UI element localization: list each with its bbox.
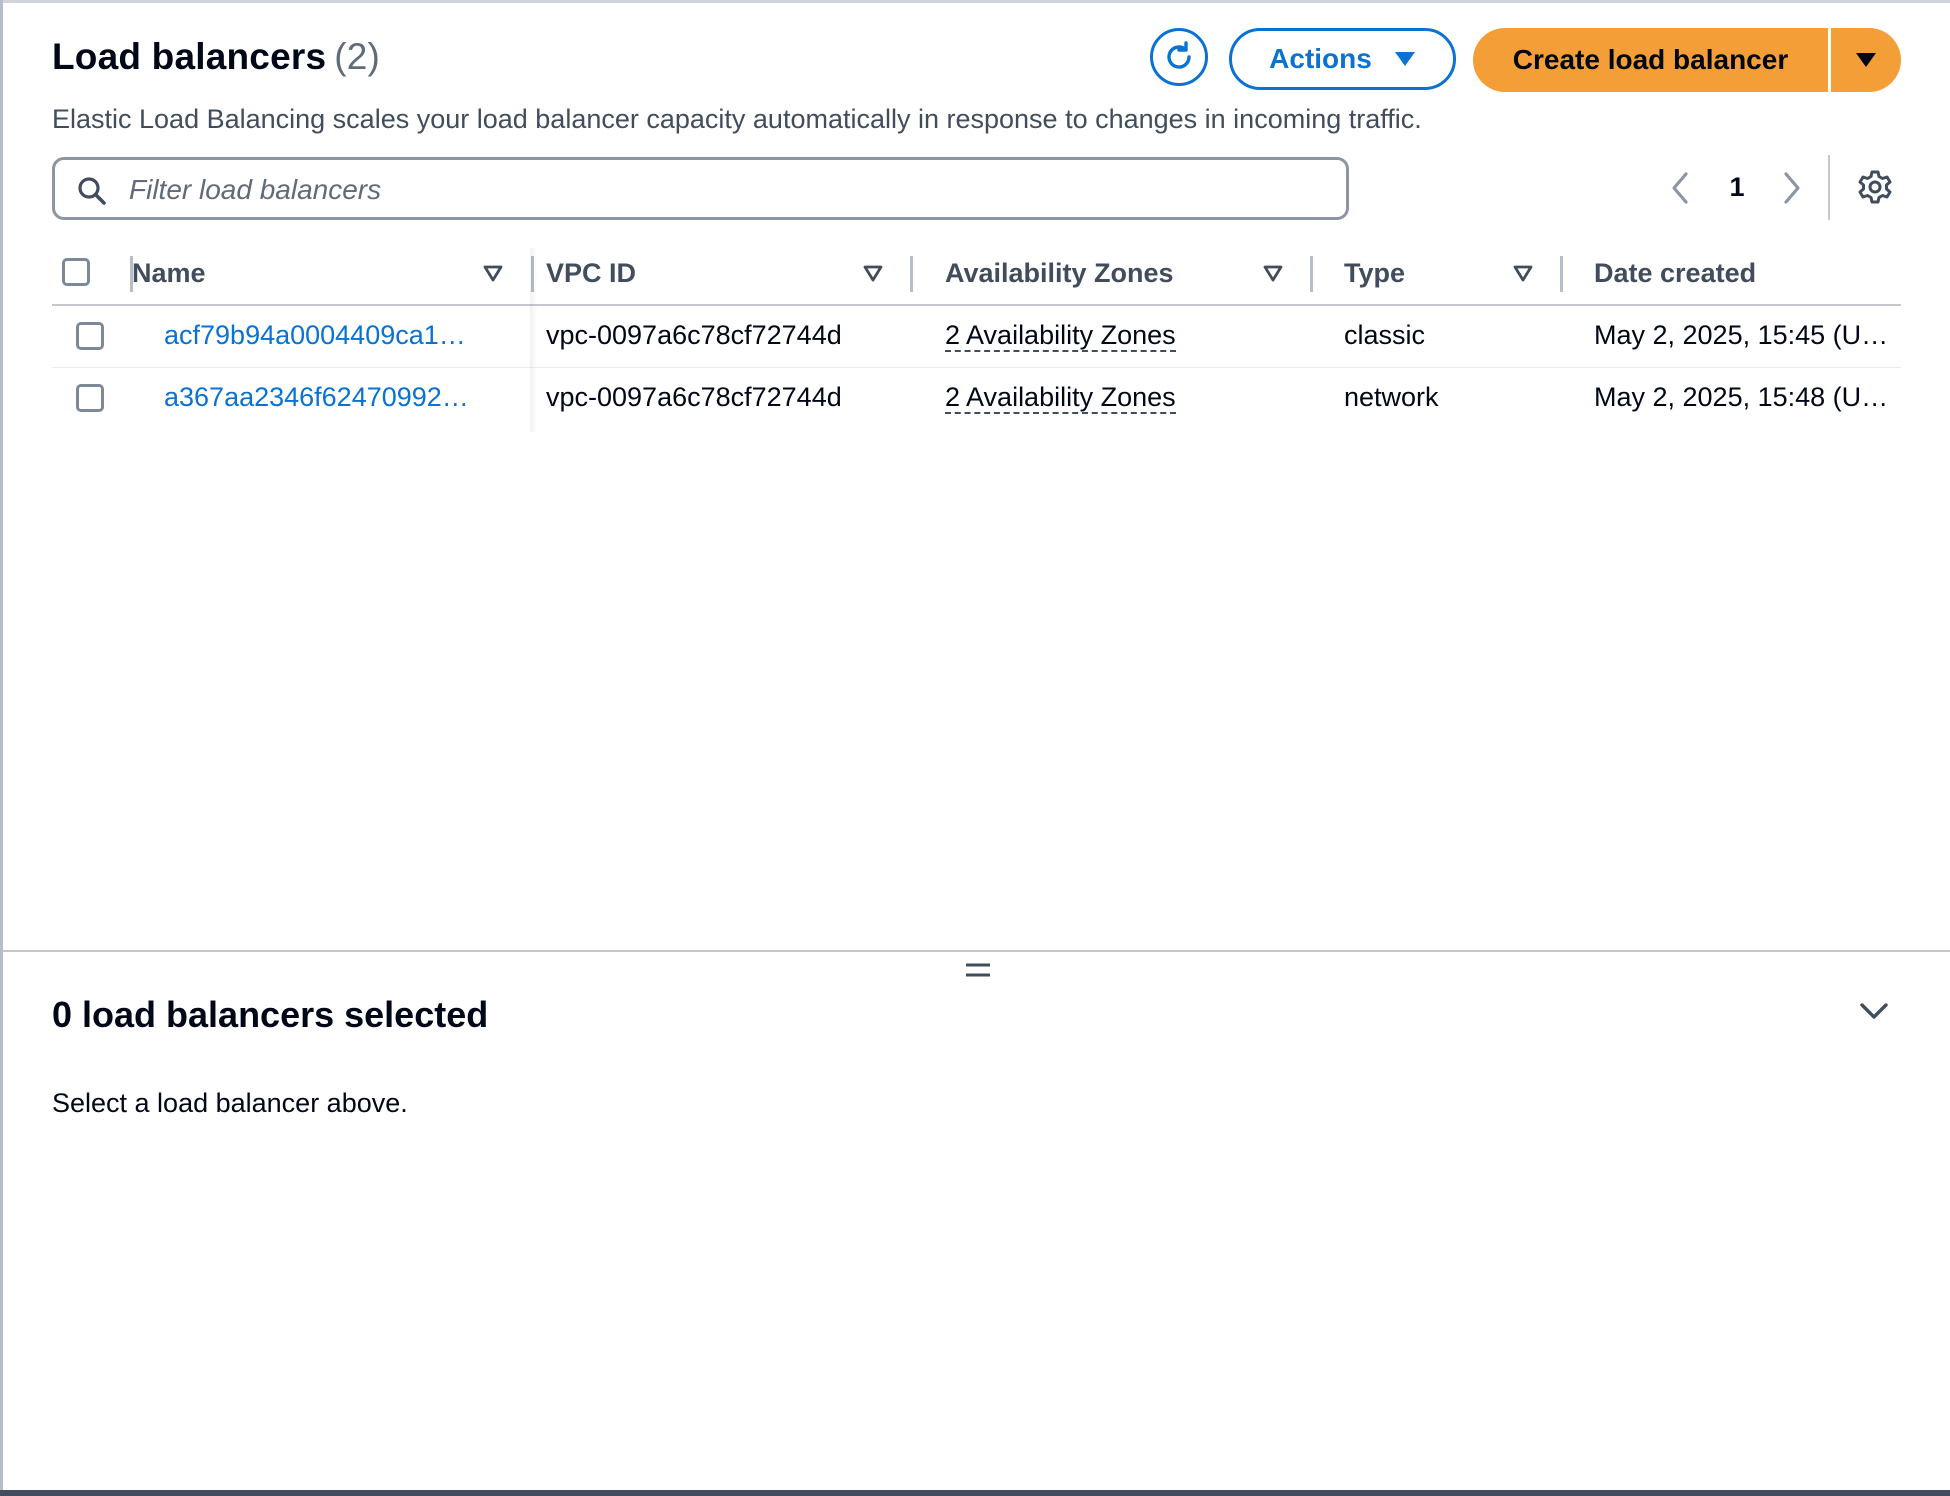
page-description: Elastic Load Balancing scales your load … xyxy=(52,104,1422,134)
refresh-button[interactable] xyxy=(1150,28,1208,86)
actions-button[interactable]: Actions xyxy=(1229,28,1456,90)
type-cell: network xyxy=(1344,382,1439,412)
create-load-balancer-button[interactable]: Create load balancer xyxy=(1473,28,1828,92)
sort-icon[interactable] xyxy=(862,264,884,282)
row-select-checkbox[interactable] xyxy=(76,322,104,350)
filter-load-balancers-input[interactable] xyxy=(127,168,1311,212)
date-created-cell: May 2, 2025, 15:45 (UT… xyxy=(1594,320,1901,350)
column-header-type[interactable]: Type xyxy=(1344,258,1405,289)
column-resizer[interactable] xyxy=(1310,256,1313,292)
search-icon xyxy=(78,177,106,205)
caret-down-icon xyxy=(1394,52,1415,66)
refresh-icon xyxy=(1167,41,1191,69)
page-title-count: (2) xyxy=(334,36,381,77)
current-page-number[interactable]: 1 xyxy=(1722,172,1752,203)
column-header-availability-zones[interactable]: Availability Zones xyxy=(945,258,1174,289)
column-resizer[interactable] xyxy=(1560,256,1563,292)
availability-zones-popover[interactable]: 2 Availability Zones xyxy=(945,320,1176,352)
type-cell: classic xyxy=(1344,320,1426,350)
availability-zones-popover[interactable]: 2 Availability Zones xyxy=(945,382,1176,414)
split-panel-title: 0 load balancers selected xyxy=(52,994,489,1035)
drag-handle-icon[interactable] xyxy=(966,962,990,978)
table-row[interactable]: acf79b94a0004409ca1… vpc-0097a6c78cf7274… xyxy=(52,305,1901,368)
frame-bottom-border xyxy=(0,1490,1950,1496)
vpc-id-cell: vpc-0097a6c78cf72744d xyxy=(546,320,842,350)
row-select-checkbox[interactable] xyxy=(76,384,104,412)
sort-icon[interactable] xyxy=(1262,264,1284,282)
chevron-down-icon[interactable] xyxy=(1857,998,1891,1024)
frame-top-border xyxy=(0,0,1950,3)
create-load-balancer-label: Create load balancer xyxy=(1512,44,1789,75)
date-created-cell: May 2, 2025, 15:48 (UT… xyxy=(1594,382,1901,412)
pagination-divider xyxy=(1828,155,1830,220)
column-header-name[interactable]: Name xyxy=(132,258,206,289)
previous-page-icon[interactable] xyxy=(1668,170,1692,206)
sort-icon[interactable] xyxy=(1512,264,1534,282)
split-panel-divider xyxy=(3,950,1950,952)
actions-button-label: Actions xyxy=(1269,43,1372,74)
page-title-text: Load balancers xyxy=(52,36,327,77)
create-options-dropdown-button[interactable] xyxy=(1831,28,1901,92)
frame-left-border xyxy=(0,0,3,1496)
caret-down-icon xyxy=(1856,53,1876,67)
page-title: Load balancers (2) xyxy=(52,36,380,78)
gear-icon[interactable] xyxy=(1857,169,1893,205)
sort-icon[interactable] xyxy=(482,264,504,282)
table-row[interactable]: a367aa2346f62470992… vpc-0097a6c78cf7274… xyxy=(52,367,1901,429)
filter-search-box[interactable] xyxy=(52,157,1349,220)
column-header-date-created[interactable]: Date created xyxy=(1594,258,1756,289)
select-all-checkbox[interactable] xyxy=(62,258,90,286)
sticky-column-shadow xyxy=(530,248,538,432)
load-balancer-name-link[interactable]: a367aa2346f62470992… xyxy=(164,382,544,413)
column-resizer[interactable] xyxy=(910,256,913,292)
load-balancer-name-link[interactable]: acf79b94a0004409ca1… xyxy=(164,320,544,351)
next-page-icon[interactable] xyxy=(1780,170,1804,206)
column-header-vpc-id[interactable]: VPC ID xyxy=(546,258,636,289)
vpc-id-cell: vpc-0097a6c78cf72744d xyxy=(546,382,842,412)
split-panel-message: Select a load balancer above. xyxy=(52,1088,408,1118)
table-header: Name VPC ID Availability Zones Type Date… xyxy=(52,248,1901,306)
